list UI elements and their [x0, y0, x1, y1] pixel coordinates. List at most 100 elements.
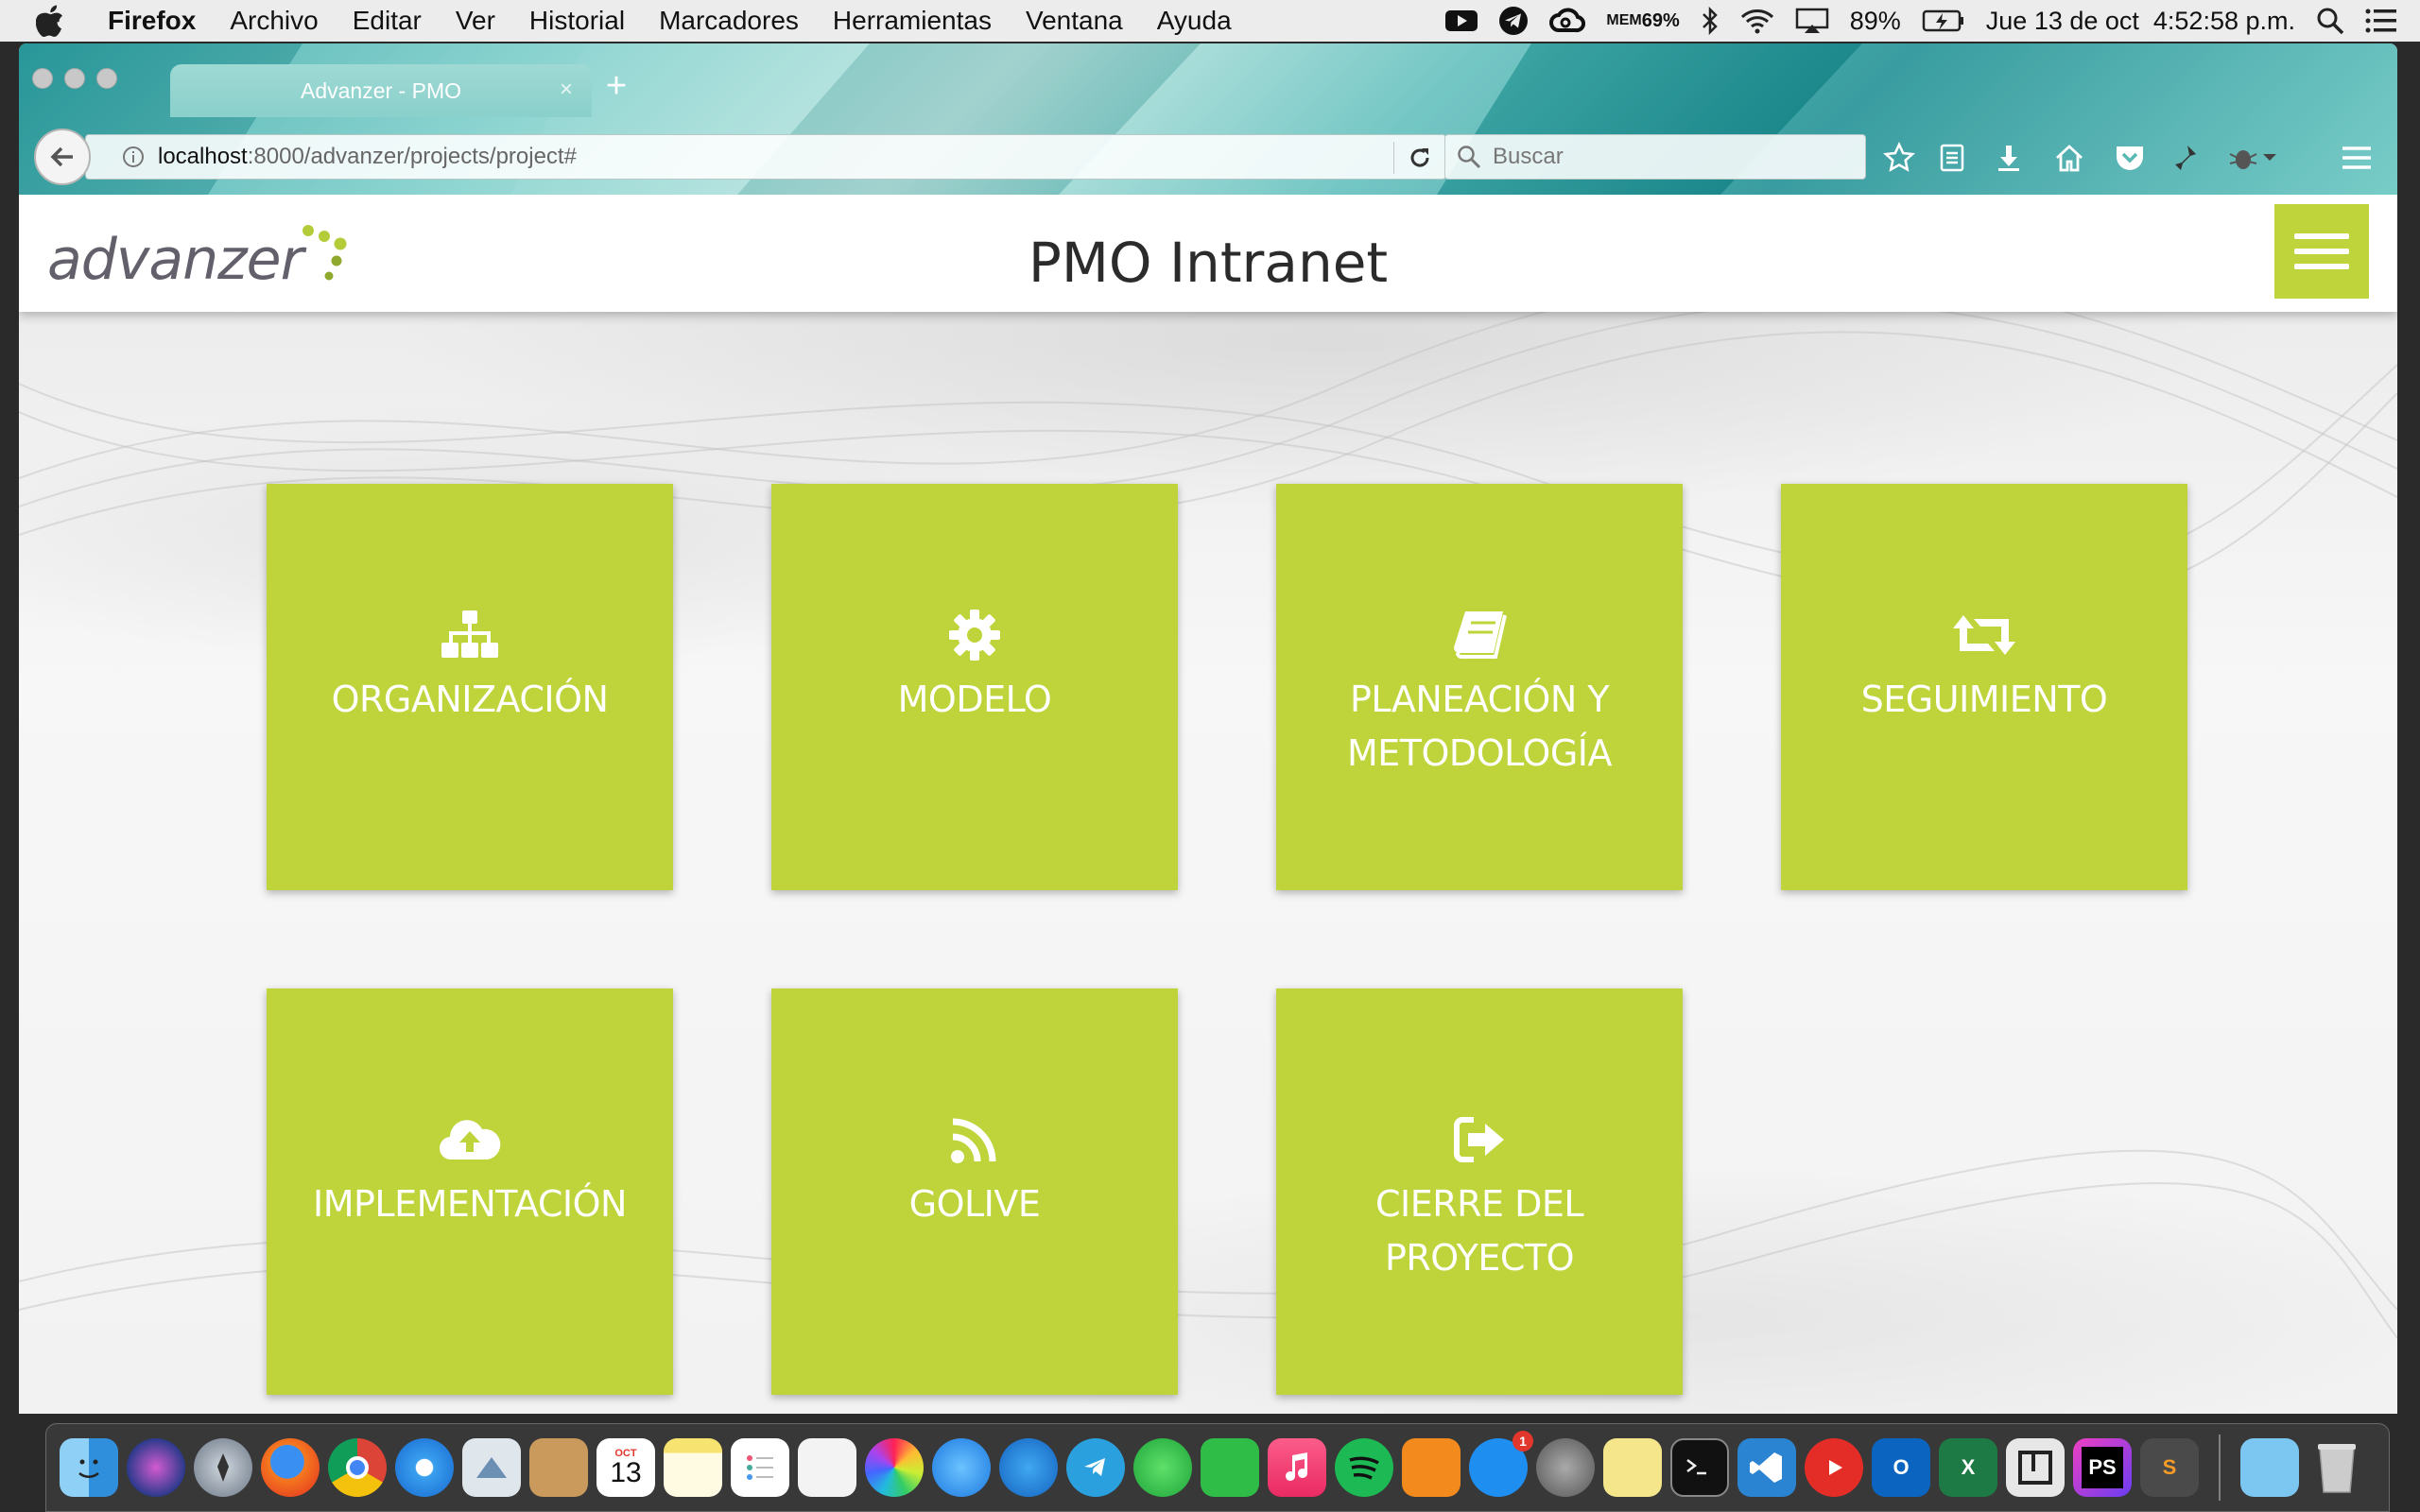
facetime-icon[interactable] — [1201, 1438, 1259, 1497]
search-bar[interactable]: Buscar — [1444, 134, 1866, 180]
mem-value: 69% — [1641, 10, 1680, 31]
url-bar[interactable]: localhost:8000/advanzer/projects/project… — [85, 134, 1446, 180]
tile-planeacion-metodologia[interactable]: PLANEACIÓN Y METODOLOGÍA — [1276, 484, 1683, 890]
phpstorm-letters: PS — [2082, 1447, 2123, 1488]
chrome-icon[interactable] — [328, 1438, 387, 1497]
home-icon[interactable] — [2051, 140, 2087, 176]
tile-implementacion[interactable]: IMPLEMENTACIÓN — [267, 988, 673, 1395]
siri-icon[interactable] — [127, 1438, 185, 1497]
apple-menu-icon[interactable] — [36, 5, 78, 37]
sublime-letter: S — [2162, 1455, 2177, 1479]
mail-icon[interactable] — [462, 1438, 521, 1497]
site-menu-button[interactable] — [2274, 204, 2369, 299]
gear-icon — [949, 609, 1000, 662]
ibooks-icon[interactable] — [1402, 1438, 1461, 1497]
launchpad-icon[interactable] — [194, 1438, 252, 1497]
outlook-letter: O — [1893, 1455, 1910, 1479]
window-minimize-button[interactable] — [64, 68, 85, 89]
airplay-icon[interactable] — [1795, 8, 1829, 34]
trash-icon[interactable] — [2308, 1438, 2366, 1497]
applications-folder-icon[interactable] — [2240, 1438, 2299, 1497]
dock: OCT 13 1 O X PS S — [45, 1423, 2390, 1512]
calendar-icon[interactable]: OCT 13 — [596, 1438, 655, 1497]
menu-historial[interactable]: Historial — [529, 6, 625, 36]
spotify-icon[interactable] — [1335, 1438, 1393, 1497]
excel-icon[interactable]: X — [1939, 1438, 1997, 1497]
tile-organizacion[interactable]: ORGANIZACIÓN — [267, 484, 673, 890]
tile-golive[interactable]: GOLIVE — [771, 988, 1178, 1395]
terminal-icon[interactable] — [1670, 1438, 1729, 1497]
tile-modelo[interactable]: MODELO — [771, 484, 1178, 890]
screen-sharing-icon[interactable] — [999, 1438, 1058, 1497]
rss-icon — [951, 1113, 998, 1166]
telegram-tray-icon[interactable] — [1498, 6, 1529, 36]
window-manager-icon[interactable] — [2006, 1438, 2065, 1497]
url-path: :8000/advanzer/projects/project# — [247, 144, 577, 169]
phpstorm-icon[interactable]: PS — [2073, 1438, 2132, 1497]
tab-close-icon[interactable]: × — [560, 77, 573, 103]
wifi-icon[interactable] — [1740, 8, 1774, 34]
tile-cierre-proyecto[interactable]: CIERRE DEL PROYECTO — [1276, 988, 1683, 1395]
reminders-icon[interactable] — [731, 1438, 789, 1497]
outlook-icon[interactable]: O — [1872, 1438, 1930, 1497]
back-button[interactable] — [34, 129, 91, 185]
battery-percent[interactable]: 89% — [1850, 7, 1901, 36]
itunes-icon[interactable] — [1268, 1438, 1326, 1497]
safari-icon[interactable] — [395, 1438, 454, 1497]
menu-ayuda[interactable]: Ayuda — [1157, 6, 1232, 36]
menu-marcadores[interactable]: Marcadores — [659, 6, 799, 36]
battery-icon[interactable] — [1922, 9, 1965, 33]
clock[interactable]: Jue 13 de oct 4:52:58 p.m. — [1986, 7, 2295, 36]
new-tab-button[interactable]: + — [597, 66, 635, 107]
window-close-button[interactable] — [32, 68, 53, 89]
stickies-icon[interactable] — [1603, 1438, 1662, 1497]
contacts-icon[interactable] — [529, 1438, 588, 1497]
photos-icon[interactable] — [865, 1438, 924, 1497]
preview-icon[interactable] — [798, 1438, 856, 1497]
creative-cloud-icon[interactable] — [1549, 8, 1586, 34]
menu-app-name[interactable]: Firefox — [108, 6, 196, 36]
messages-icon[interactable] — [932, 1438, 991, 1497]
back-arrow-icon — [50, 146, 73, 167]
hamburger-line — [2294, 264, 2349, 269]
tile-label: ORGANIZACIÓN — [331, 679, 609, 720]
menu-ver[interactable]: Ver — [456, 6, 495, 36]
firefox-icon[interactable] — [261, 1438, 320, 1497]
menu-archivo[interactable]: Archivo — [230, 6, 318, 36]
youtube-app-icon[interactable] — [1805, 1438, 1863, 1497]
browser-menu-icon[interactable] — [2339, 140, 2375, 176]
memory-indicator[interactable]: MEM 69% — [1606, 10, 1680, 31]
tile-label: CIERRE DEL PROYECTO — [1374, 1183, 1584, 1279]
extension-dropdown-icon[interactable] — [2256, 140, 2284, 176]
menu-herramientas[interactable]: Herramientas — [833, 6, 992, 36]
tile-label: IMPLEMENTACIÓN — [313, 1183, 627, 1225]
sublime-text-icon[interactable]: S — [2140, 1438, 2199, 1497]
tab-advanzer-pmo[interactable]: Advanzer - PMO × — [170, 64, 592, 117]
tile-label: MODELO — [897, 679, 1052, 720]
visual-studio-code-icon[interactable] — [1737, 1438, 1796, 1497]
app-store-icon[interactable]: 1 — [1469, 1431, 1533, 1497]
menu-editar[interactable]: Editar — [353, 6, 422, 36]
finder-icon[interactable] — [60, 1438, 118, 1497]
chrome-center — [346, 1456, 369, 1479]
facetime-messages-icon[interactable] — [1133, 1438, 1192, 1497]
pocket-icon[interactable] — [2112, 140, 2148, 176]
system-preferences-icon[interactable] — [1536, 1438, 1595, 1497]
tile-seguimiento[interactable]: SEGUIMIENTO — [1781, 484, 2187, 890]
window-zoom-button[interactable] — [96, 68, 117, 89]
notes-icon[interactable] — [664, 1438, 722, 1497]
url-host: localhost — [158, 144, 248, 169]
youtube-icon[interactable] — [1445, 9, 1478, 33]
notification-center-icon[interactable] — [2365, 8, 2397, 34]
hamburger-line — [2294, 249, 2349, 254]
site-info-icon[interactable] — [122, 146, 145, 168]
menu-ventana[interactable]: Ventana — [1026, 6, 1123, 36]
telegram-icon[interactable] — [1066, 1438, 1125, 1497]
bookmarks-menu-icon[interactable] — [1934, 140, 1970, 176]
spotlight-search-icon[interactable] — [2316, 7, 2344, 35]
pin-extension-icon[interactable] — [2167, 140, 2203, 176]
bluetooth-icon[interactable] — [1701, 7, 1720, 35]
downloads-icon[interactable] — [1991, 140, 2027, 176]
bookmark-star-icon[interactable] — [1881, 140, 1917, 176]
reload-icon[interactable] — [1393, 142, 1432, 174]
